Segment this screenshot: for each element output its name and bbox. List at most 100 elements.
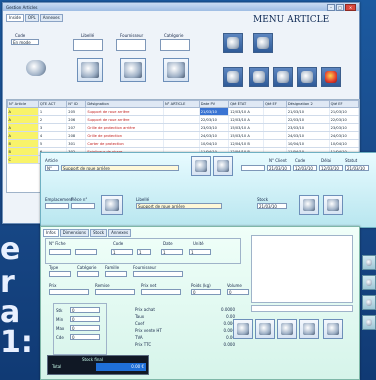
table-cell xyxy=(263,131,287,140)
tab-annexes[interactable]: Annexes xyxy=(39,14,63,22)
remise-input[interactable] xyxy=(95,289,135,295)
table-cell: Grille de protection arrière xyxy=(85,123,164,132)
grid-header-cell[interactable]: Qté EF xyxy=(262,100,287,108)
photo-icon[interactable] xyxy=(101,195,123,215)
tab-stock[interactable]: Stock xyxy=(90,229,108,237)
libelle-input[interactable] xyxy=(73,39,103,51)
type-input[interactable] xyxy=(49,271,71,277)
next-icon[interactable] xyxy=(277,319,297,339)
last-icon[interactable] xyxy=(299,319,319,339)
binoculars-tile[interactable] xyxy=(223,33,243,53)
fiche2-input[interactable] xyxy=(75,249,97,255)
statut-input[interactable]: 12/03/10 xyxy=(319,165,343,171)
code2-input[interactable]: 1 xyxy=(137,249,151,255)
table-cell: 24/03/10 xyxy=(329,131,359,140)
famille-input[interactable] xyxy=(105,271,127,277)
table-cell xyxy=(163,139,200,148)
wrench-tile[interactable] xyxy=(249,67,269,87)
prev-icon[interactable] xyxy=(255,319,275,339)
desktop-tile[interactable] xyxy=(362,255,376,270)
type-label: Type xyxy=(49,265,59,270)
stock-row-value[interactable]: 0 xyxy=(70,307,100,313)
price-row: TVA 0.00 xyxy=(135,335,235,340)
prixnet-input[interactable] xyxy=(141,289,181,295)
table-row[interactable]: A 3 207 Grille de protection arrière 23/03/1… xyxy=(7,123,359,132)
stock-row-value[interactable]: 0 xyxy=(70,316,100,322)
table-row[interactable]: A 4 208 Grille de protection 24/03/10 15/03/1… xyxy=(7,131,359,140)
minimize-icon[interactable]: – xyxy=(327,3,335,11)
table-cell: 15/03/10 A xyxy=(228,123,264,132)
scrollbar[interactable] xyxy=(251,305,353,312)
client-select[interactable] xyxy=(241,165,265,171)
grid-header-cell[interactable]: Qté EF xyxy=(328,100,359,108)
fiche-input[interactable] xyxy=(49,249,71,255)
libelle-input[interactable]: Support de roue arrière xyxy=(136,203,222,209)
categorie-label: Catégorie xyxy=(164,33,184,38)
poids-input[interactable]: 0 xyxy=(191,289,221,295)
print-icon[interactable] xyxy=(213,156,233,176)
table-cell xyxy=(163,115,200,124)
table-row[interactable]: A 1 205 Support de roue arrière 21/03/10 12/0… xyxy=(7,107,359,116)
date-input[interactable]: 1 xyxy=(161,249,183,255)
cancel-icon[interactable] xyxy=(323,195,343,215)
bulb-tile[interactable] xyxy=(223,67,243,87)
article-input[interactable]: N° xyxy=(45,165,59,171)
price-row-value: 0.00 xyxy=(226,335,235,340)
mode-select[interactable]: En mode xyxy=(11,39,39,45)
unite-input[interactable]: 1 xyxy=(189,249,211,255)
grid-header-cell[interactable]: N° Article xyxy=(7,100,39,108)
maximize-icon[interactable]: □ xyxy=(336,3,344,11)
table-row[interactable]: B 5 301 Carter de protection 10/04/10 12/04/1… xyxy=(7,139,359,148)
tab-dimensions[interactable]: Dimensions xyxy=(59,229,90,237)
close-icon[interactable]: × xyxy=(345,3,356,11)
tab-opl[interactable]: OPL xyxy=(24,14,39,22)
grid-header-cell[interactable]: N° ID xyxy=(66,100,87,108)
price-row: Taux 0.00 xyxy=(135,314,235,319)
first-icon[interactable] xyxy=(233,319,253,339)
total-input[interactable]: 21/03/10 xyxy=(345,165,369,171)
stock-row-label: Max xyxy=(56,325,65,331)
fournisseur-input[interactable] xyxy=(116,39,146,51)
desktop-tile[interactable] xyxy=(362,315,376,330)
emplacement-input[interactable] xyxy=(45,203,69,209)
grid-header-cell[interactable]: QTE ACT xyxy=(37,100,68,108)
stock-row-value[interactable]: 0 xyxy=(70,325,100,331)
grid-header-cell[interactable]: Désignation xyxy=(85,100,164,108)
engine-tile[interactable] xyxy=(273,67,293,87)
volume-input[interactable]: 0 xyxy=(227,289,249,295)
stock-row-value[interactable]: 0 xyxy=(70,334,100,340)
delai-input[interactable]: 12/03/10 xyxy=(293,165,317,171)
desktop-tile[interactable] xyxy=(362,275,376,290)
tab-annexes[interactable]: Annexes xyxy=(108,229,132,237)
categorie-input[interactable] xyxy=(77,271,99,277)
remise-label: Remise xyxy=(95,283,110,288)
desktop-tile[interactable] xyxy=(362,295,376,310)
save-icon[interactable] xyxy=(299,195,319,215)
tools-tile[interactable] xyxy=(253,33,273,53)
tab-inside[interactable]: Inside xyxy=(6,14,24,22)
grid-header-cell[interactable]: Qté ÉTAT xyxy=(228,100,264,108)
fournisseur-input[interactable] xyxy=(133,271,183,277)
exit-tile[interactable] xyxy=(321,67,341,87)
prix-input[interactable] xyxy=(49,289,89,295)
categorie-input[interactable] xyxy=(160,39,190,51)
grid-header-cell[interactable]: N° ARTICLE xyxy=(162,100,200,108)
piece-input[interactable] xyxy=(71,203,95,209)
code-input[interactable]: 1 xyxy=(111,249,133,255)
edit-button[interactable] xyxy=(163,58,189,82)
search-button[interactable] xyxy=(77,58,103,82)
designation-input[interactable]: Support de roue arrière xyxy=(61,165,179,171)
edit-icon[interactable] xyxy=(191,156,211,176)
validate-icon[interactable] xyxy=(323,319,343,339)
code-input[interactable]: 21/03/10 xyxy=(267,165,291,171)
add-button[interactable] xyxy=(120,58,146,82)
gear-tile[interactable] xyxy=(297,67,317,87)
table-cell: 12/03/10 A xyxy=(228,115,264,124)
grid-header-cell[interactable]: Désignation 2 xyxy=(285,100,330,108)
stock-input[interactable]: 21/03/10 xyxy=(257,203,287,209)
table-cell: B xyxy=(7,147,39,156)
table-row[interactable]: A 2 206 Support de roue arrière 22/03/10 12/0… xyxy=(7,115,359,124)
notes-area[interactable] xyxy=(251,235,353,303)
tab-infos[interactable]: Infos xyxy=(43,229,59,237)
grid-header-cell[interactable]: Date PV xyxy=(198,100,230,108)
